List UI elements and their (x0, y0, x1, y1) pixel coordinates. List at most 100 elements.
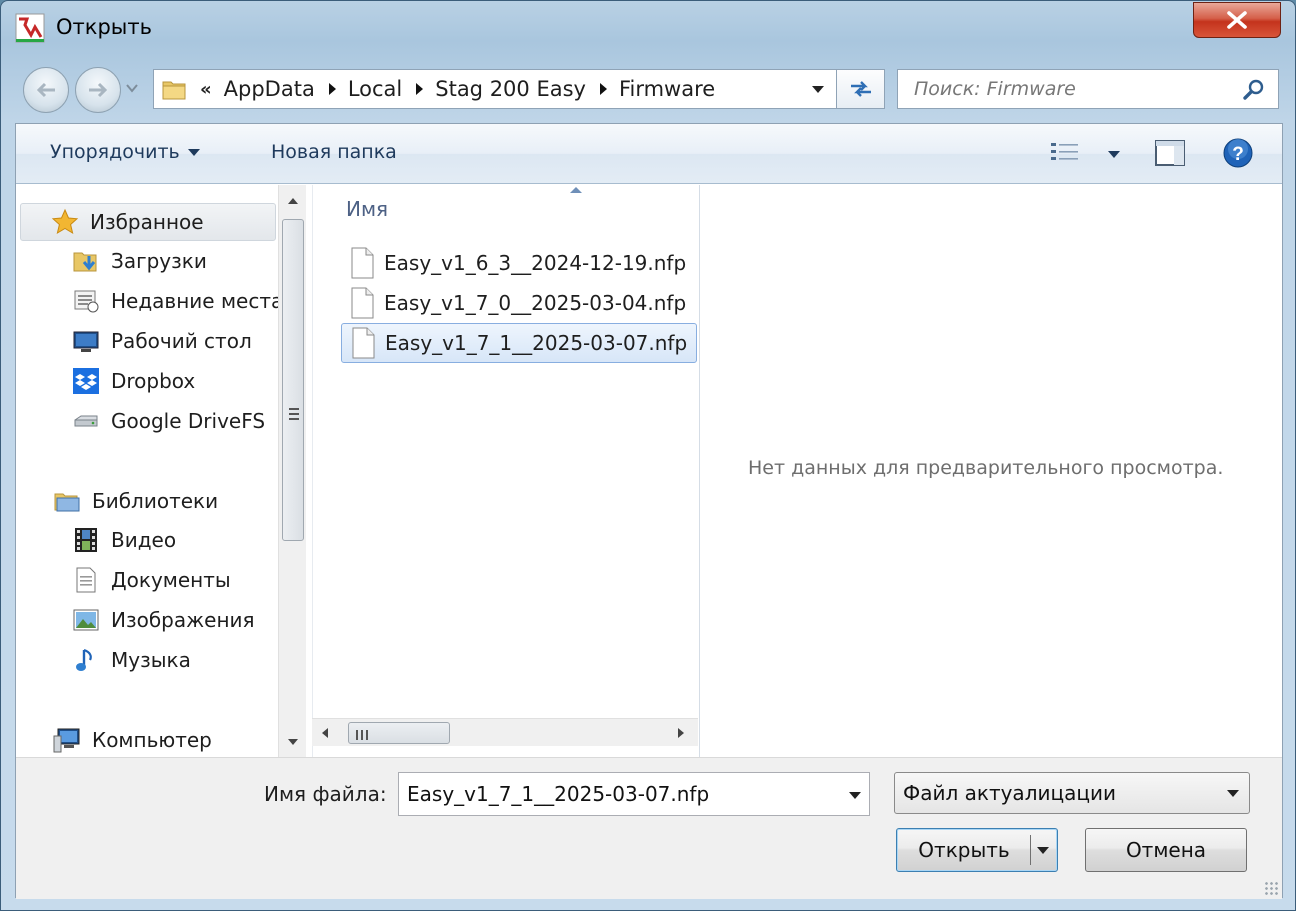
grip-icon (289, 408, 299, 423)
filename-input[interactable] (405, 781, 825, 807)
no-preview-message: Нет данных для предварительного просмотр… (748, 457, 1224, 479)
downloads-folder-icon (72, 247, 100, 275)
close-button[interactable] (1193, 2, 1281, 38)
breadcrumb-separator-icon[interactable] (416, 83, 424, 95)
nav-item-label: Dropbox (111, 369, 196, 393)
resize-grip-icon[interactable] (1264, 881, 1278, 895)
close-icon (1227, 11, 1247, 29)
file-name: Easy_v1_6_3__2024-12-19.nfp (384, 251, 687, 275)
file-item[interactable]: Easy_v1_6_3__2024-12-19.nfp (341, 243, 697, 283)
breadcrumb-firmware[interactable]: Firmware (619, 77, 715, 101)
breadcrumb-separator-icon[interactable] (599, 83, 607, 95)
breadcrumb-appdata[interactable]: AppData (224, 77, 315, 101)
file-name: Easy_v1_7_0__2025-03-04.nfp (384, 291, 687, 315)
search-box[interactable] (897, 69, 1279, 109)
pictures-icon (72, 606, 100, 634)
recent-locations-chevron-icon[interactable] (125, 83, 139, 93)
view-options-dropdown-icon[interactable] (1108, 151, 1120, 158)
split-divider (1030, 835, 1031, 865)
filetype-select[interactable]: Файл актуалицации (894, 772, 1250, 814)
nav-pictures[interactable]: Изображения (72, 601, 255, 639)
nav-favorites[interactable]: Избранное (20, 203, 276, 241)
scrollbar-thumb[interactable] (282, 219, 304, 541)
title-bar: Открыть (1, 1, 1295, 53)
cancel-button[interactable]: Отмена (1085, 828, 1247, 872)
desktop-icon (72, 327, 100, 355)
scroll-right-icon[interactable] (678, 728, 684, 738)
nav-item-label: Google DriveFS (111, 409, 266, 433)
file-icon (351, 247, 374, 279)
nav-item-label: Документы (111, 568, 231, 592)
view-options-button[interactable] (1050, 140, 1080, 168)
nav-libraries[interactable]: Библиотеки (53, 482, 218, 520)
nav-favorites-label: Избранное (90, 210, 204, 234)
svg-text:?: ? (1232, 144, 1244, 165)
nav-videos[interactable]: Видео (72, 521, 176, 559)
breadcrumb-stag[interactable]: Stag 200 Easy (435, 77, 586, 101)
nav-dropbox[interactable]: Dropbox (72, 362, 195, 400)
open-button-label: Открыть (918, 838, 1010, 862)
back-button[interactable] (23, 67, 69, 113)
nav-documents[interactable]: Документы (72, 561, 231, 599)
nav-libraries-label: Библиотеки (92, 489, 219, 513)
nav-item-label: Недавние места (111, 289, 284, 313)
breadcrumb-local[interactable]: Local (348, 77, 402, 101)
search-icon[interactable] (1242, 79, 1266, 101)
command-bar: Упорядочить Новая папка ? (16, 124, 1282, 184)
file-icon (351, 287, 374, 319)
nav-computer-label: Компьютер (92, 728, 212, 752)
drive-icon (72, 407, 100, 435)
open-options-dropdown-icon[interactable] (1037, 847, 1049, 854)
filename-label: Имя файла: (264, 782, 387, 806)
file-item[interactable]: Easy_v1_7_0__2025-03-04.nfp (341, 283, 697, 323)
filename-combobox[interactable] (398, 772, 870, 816)
nav-computer[interactable]: Компьютер (53, 721, 212, 757)
organize-menu[interactable]: Упорядочить (50, 141, 200, 163)
open-button[interactable]: Открыть (896, 828, 1058, 872)
computer-icon (53, 726, 81, 754)
star-icon (51, 208, 79, 236)
nav-recent-places[interactable]: Недавние места (72, 282, 283, 320)
forward-button[interactable] (75, 67, 121, 113)
filename-dropdown-icon[interactable] (849, 792, 861, 799)
new-folder-button[interactable]: Новая папка (271, 141, 397, 163)
grip-icon (356, 725, 371, 744)
scroll-left-icon[interactable] (322, 728, 328, 738)
address-dropdown-icon[interactable] (812, 86, 824, 93)
sort-ascending-icon (570, 187, 582, 193)
help-button[interactable]: ? (1222, 137, 1254, 173)
recent-places-icon (72, 287, 100, 315)
video-icon (72, 526, 100, 554)
refresh-icon (850, 81, 871, 97)
dialog-content: Упорядочить Новая папка ? Избранное Загр… (15, 123, 1283, 899)
search-input[interactable] (912, 77, 1242, 101)
nav-item-label: Музыка (111, 648, 191, 672)
nav-downloads[interactable]: Загрузки (72, 242, 207, 280)
open-file-dialog: Открыть « AppData Local Stag 200 Easy Fi… (0, 0, 1296, 911)
breadcrumb-separator-icon[interactable] (328, 83, 336, 95)
file-icon (352, 327, 375, 359)
refresh-button[interactable] (837, 69, 885, 109)
documents-icon (72, 566, 100, 594)
chevron-down-icon (187, 149, 200, 156)
scroll-down-icon[interactable] (288, 739, 298, 745)
filetype-dropdown-icon[interactable] (1227, 790, 1239, 797)
nav-music[interactable]: Музыка (72, 641, 191, 679)
file-item-selected[interactable]: Easy_v1_7_1__2025-03-07.nfp (341, 323, 697, 363)
libraries-icon (53, 487, 81, 515)
forward-arrow-icon (89, 82, 108, 98)
folder-icon (162, 81, 186, 100)
scroll-up-icon[interactable] (288, 198, 298, 204)
column-header-name[interactable]: Имя (346, 197, 388, 221)
nav-desktop[interactable]: Рабочий стол (72, 322, 252, 360)
back-arrow-icon (36, 82, 55, 98)
navigation-scrollbar[interactable] (278, 185, 306, 757)
file-list-scrollbar[interactable] (312, 718, 698, 746)
address-overflow[interactable]: « (200, 79, 212, 100)
preview-pane-button[interactable] (1154, 139, 1186, 171)
window-title: Открыть (56, 15, 152, 39)
nav-google-drivefs[interactable]: Google DriveFS (72, 402, 265, 440)
address-bar[interactable]: « AppData Local Stag 200 Easy Firmware (153, 69, 837, 109)
file-name: Easy_v1_7_1__2025-03-07.nfp (385, 331, 688, 355)
nav-item-label: Видео (111, 528, 177, 552)
